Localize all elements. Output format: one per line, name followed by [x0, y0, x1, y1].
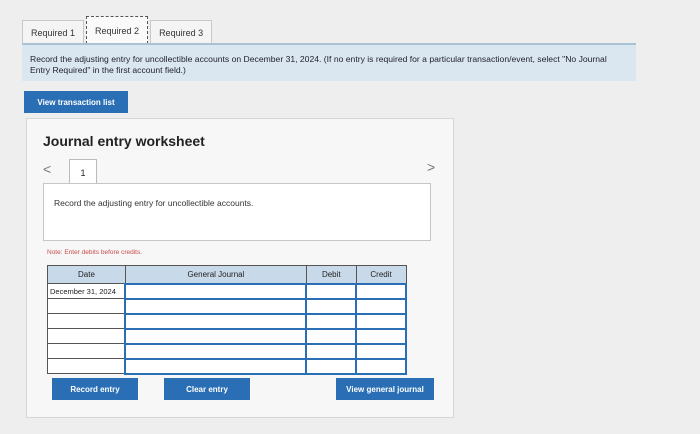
table-row	[47, 312, 407, 330]
debit-field[interactable]	[305, 357, 358, 375]
worksheet-title: Journal entry worksheet	[43, 133, 205, 149]
table-row	[47, 297, 407, 315]
debit-field[interactable]	[305, 327, 358, 345]
debit-field[interactable]	[305, 282, 358, 300]
view-general-journal-button[interactable]: View general journal	[336, 378, 434, 400]
instruction-text: Record the adjusting entry for uncollect…	[22, 43, 636, 81]
chevron-right-icon[interactable]: >	[427, 159, 435, 175]
date-cell	[47, 343, 126, 359]
chevron-left-icon[interactable]: <	[43, 161, 51, 177]
account-field[interactable]	[124, 342, 308, 360]
date-cell	[47, 358, 126, 374]
table-row	[47, 327, 407, 345]
credit-field[interactable]	[355, 312, 407, 330]
tab-bar: Required 1 Required 2 Required 3	[22, 16, 214, 44]
debit-field[interactable]	[305, 342, 358, 360]
table-row	[47, 357, 407, 375]
account-field[interactable]	[124, 282, 308, 300]
credit-field[interactable]	[355, 282, 407, 300]
tab-required-3[interactable]: Required 3	[150, 20, 213, 44]
date-cell	[47, 313, 126, 329]
account-field[interactable]	[124, 297, 308, 315]
debit-field[interactable]	[305, 297, 358, 315]
date-header: Date	[47, 265, 126, 284]
record-entry-button[interactable]: Record entry	[52, 378, 138, 400]
account-field[interactable]	[124, 357, 308, 375]
table-row: December 31, 2024	[47, 282, 407, 300]
entry-description-box: Record the adjusting entry for uncollect…	[43, 183, 431, 241]
journal-worksheet: Journal entry worksheet < 1 > Record the…	[26, 118, 454, 418]
account-field[interactable]	[124, 327, 308, 345]
credit-header: Credit	[355, 265, 407, 284]
credit-field[interactable]	[355, 342, 407, 360]
debit-header: Debit	[305, 265, 357, 284]
credit-field[interactable]	[355, 297, 407, 315]
view-transaction-list-button[interactable]: View transaction list	[24, 91, 128, 113]
journal-table: Date General Journal Debit Credit Decemb…	[47, 265, 407, 375]
debit-field[interactable]	[305, 312, 358, 330]
credit-field[interactable]	[355, 327, 407, 345]
table-row	[47, 342, 407, 360]
date-cell	[47, 298, 126, 314]
tab-required-2[interactable]: Required 2	[86, 16, 149, 44]
credit-field[interactable]	[355, 357, 407, 375]
clear-entry-button[interactable]: Clear entry	[164, 378, 250, 400]
entry-page-tab[interactable]: 1	[69, 159, 97, 185]
entry-description: Record the adjusting entry for uncollect…	[54, 198, 254, 208]
general-journal-header: General Journal	[124, 265, 307, 284]
tab-required-1[interactable]: Required 1	[22, 20, 85, 44]
date-cell: December 31, 2024	[47, 283, 126, 299]
date-cell	[47, 328, 126, 344]
table-header-row: Date General Journal Debit Credit	[47, 265, 407, 284]
account-field[interactable]	[124, 312, 308, 330]
debits-note: Note: Enter debits before credits.	[47, 249, 143, 256]
